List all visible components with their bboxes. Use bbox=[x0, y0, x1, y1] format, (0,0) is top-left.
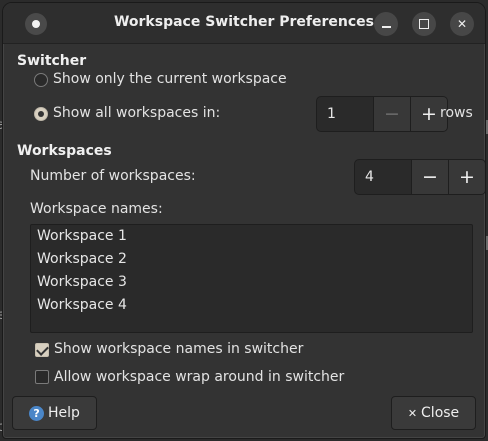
maximize-icon bbox=[419, 19, 429, 29]
radio-all-workspaces[interactable] bbox=[34, 107, 48, 121]
minimize-button[interactable] bbox=[374, 12, 398, 36]
list-item[interactable]: Workspace 1 bbox=[31, 225, 472, 248]
radio-current-workspace[interactable] bbox=[34, 73, 48, 87]
close-icon: ✕ bbox=[456, 17, 468, 31]
minus-icon: − bbox=[422, 166, 438, 188]
list-item[interactable]: Workspace 2 bbox=[31, 248, 472, 271]
show-names-checkbox[interactable] bbox=[35, 343, 49, 357]
rows-decrement-button[interactable]: − bbox=[373, 97, 410, 131]
close-window-button[interactable]: ✕ bbox=[450, 12, 474, 36]
close-icon: ✕ bbox=[407, 406, 418, 420]
radio-current-workspace-label[interactable]: Show only the current workspace bbox=[53, 71, 287, 87]
wrap-around-label[interactable]: Allow workspace wrap around in switcher bbox=[54, 369, 344, 385]
plus-icon: + bbox=[421, 103, 437, 125]
list-item[interactable]: Workspace 4 bbox=[31, 294, 472, 317]
workspace-count-decrement-button[interactable]: − bbox=[411, 160, 448, 194]
plus-icon: + bbox=[459, 166, 475, 188]
close-button[interactable]: ✕ Close bbox=[391, 396, 476, 430]
minimize-icon bbox=[381, 26, 391, 28]
close-button-label: Close bbox=[421, 405, 460, 421]
minus-icon: − bbox=[384, 103, 400, 125]
workspace-count-increment-button[interactable]: + bbox=[448, 160, 485, 194]
wrap-around-checkbox[interactable] bbox=[35, 370, 49, 384]
help-icon: ? bbox=[29, 405, 45, 421]
rows-unit-label: rows bbox=[440, 105, 473, 121]
help-button-label: Help bbox=[48, 405, 80, 421]
maximize-button[interactable] bbox=[412, 12, 436, 36]
switcher-heading: Switcher bbox=[17, 53, 87, 69]
list-item[interactable]: Workspace 3 bbox=[31, 271, 472, 294]
workspace-count-label: Number of workspaces: bbox=[30, 168, 196, 184]
show-names-label[interactable]: Show workspace names in switcher bbox=[54, 341, 303, 357]
workspace-names-label: Workspace names: bbox=[30, 201, 163, 217]
title-bar[interactable]: Workspace Switcher Preferences ✕ bbox=[3, 3, 485, 44]
workspace-names-list[interactable]: Workspace 1 Workspace 2 Workspace 3 Work… bbox=[30, 224, 473, 333]
rows-value[interactable]: 1 bbox=[317, 97, 373, 131]
radio-all-workspaces-label[interactable]: Show all workspaces in: bbox=[53, 105, 220, 121]
rows-spinner: 1 − + bbox=[316, 96, 448, 132]
workspace-count-spinner: 4 − + bbox=[354, 159, 485, 195]
preferences-dialog: Workspace Switcher Preferences ✕ Switche… bbox=[2, 2, 486, 439]
help-button[interactable]: ? Help bbox=[12, 396, 97, 430]
workspace-count-value[interactable]: 4 bbox=[355, 160, 411, 194]
workspaces-heading: Workspaces bbox=[17, 143, 112, 159]
